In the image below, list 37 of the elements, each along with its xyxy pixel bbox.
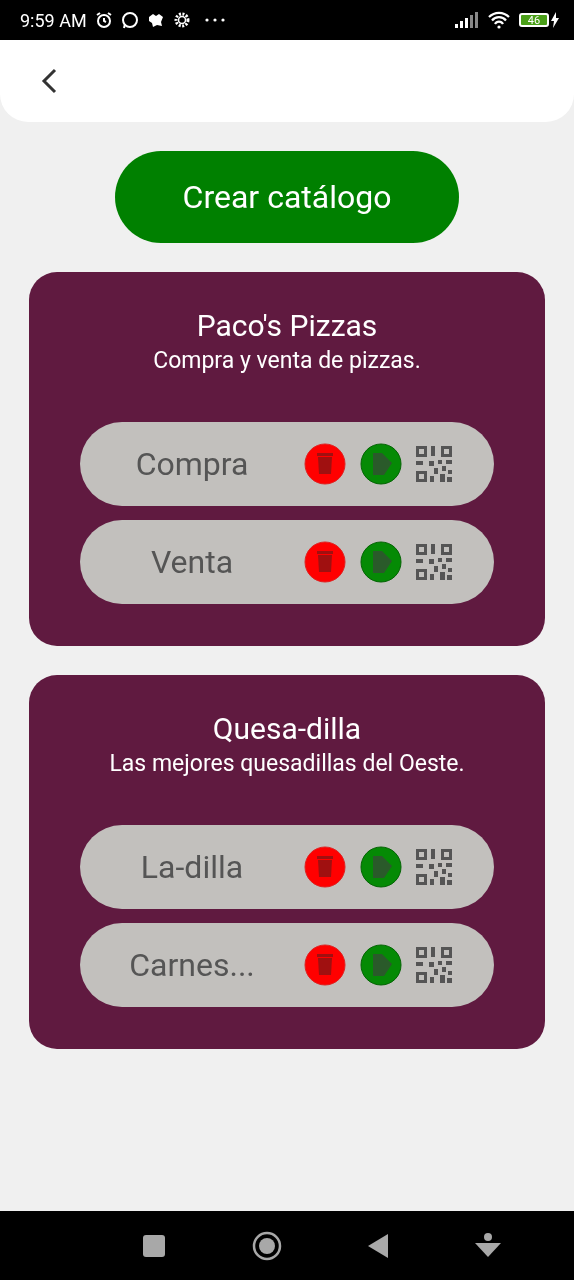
recents-button[interactable] [143, 1234, 166, 1257]
delete-button[interactable] [304, 846, 346, 888]
catalog-item[interactable]: Venta [80, 520, 494, 604]
catalog-description: Compra y venta de pizzas. [153, 346, 421, 376]
edit-button[interactable] [360, 944, 402, 986]
chat-icon [120, 11, 139, 29]
item-label: Compra [134, 445, 250, 483]
item-label: Venta [149, 543, 235, 581]
qr-code-button[interactable] [416, 544, 452, 580]
edit-button[interactable] [360, 541, 402, 583]
qr-code-button[interactable] [416, 947, 452, 983]
catalog-title: Paco's Pizzas [196, 307, 378, 345]
edit-button[interactable] [360, 443, 402, 485]
item-label: La-dilla [139, 848, 245, 886]
wifi-icon [487, 11, 511, 29]
create-catalog-button[interactable]: Crear catálogo [115, 151, 459, 243]
delete-button[interactable] [304, 443, 346, 485]
more-icon [204, 18, 225, 22]
catalog-item[interactable]: La-dilla [80, 825, 494, 909]
catalog-item[interactable]: Compra [80, 422, 494, 506]
delete-button[interactable] [304, 944, 346, 986]
signal-icon [455, 12, 479, 28]
clock-time: 9:59 AM [20, 9, 87, 31]
back-button[interactable] [368, 1233, 389, 1258]
qr-code-button[interactable] [416, 849, 452, 885]
catalog-description: Las mejores quesadillas del Oeste. [109, 749, 465, 779]
accessibility-button[interactable] [474, 1232, 501, 1259]
alarm-clock-icon [94, 11, 113, 29]
gear-icon [172, 11, 191, 29]
catalog-item[interactable]: Carnes... [80, 923, 494, 1007]
item-label: Carnes... [128, 946, 256, 984]
home-button[interactable] [251, 1230, 282, 1261]
catalog-title: Quesa-dilla [212, 710, 362, 748]
delete-button[interactable] [304, 541, 346, 583]
qr-code-button[interactable] [416, 446, 452, 482]
edit-button[interactable] [360, 846, 402, 888]
battery-icon: 46 [519, 13, 549, 27]
